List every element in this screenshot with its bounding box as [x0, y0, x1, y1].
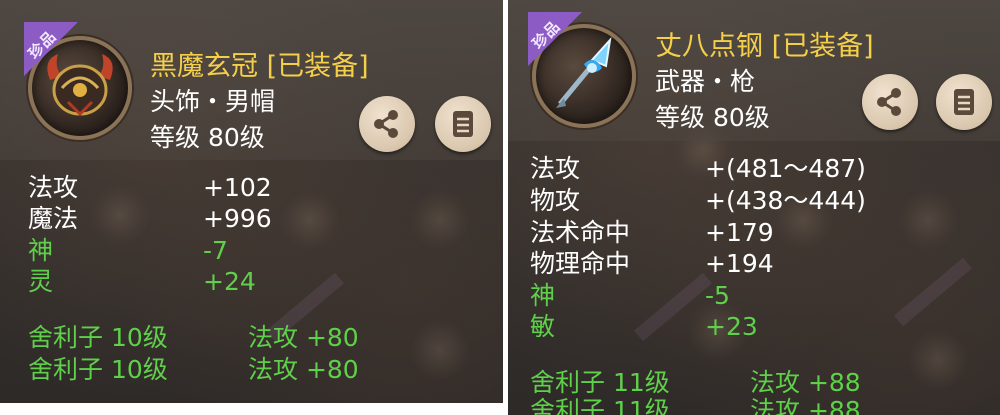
- item-type: 武器・枪: [655, 67, 756, 96]
- stat-value: +102: [203, 173, 272, 202]
- background-item-icon: [410, 190, 470, 250]
- stat-label: 魔法: [28, 204, 79, 233]
- item-name: 黑魔玄冠: [150, 51, 258, 82]
- item-level: 等级 80级: [150, 123, 265, 152]
- background-item-icon: [898, 190, 958, 250]
- stat-label: 法攻: [28, 173, 79, 202]
- item-name-line: 黑魔玄冠 [已装备]: [150, 44, 369, 83]
- stat-label: 物攻: [530, 186, 581, 215]
- bonus-stat-value: +23: [705, 312, 758, 341]
- background-item-icon: [410, 320, 470, 380]
- background-item-icon: [908, 330, 968, 390]
- stat-value: +179: [705, 218, 774, 247]
- gem-effect: 法攻 +80: [248, 323, 359, 352]
- gem-effect: 法攻 +88: [750, 368, 861, 397]
- stat-value: +194: [705, 249, 774, 278]
- equipped-tag: [已装备]: [266, 51, 369, 82]
- stat-value: +996: [203, 204, 272, 233]
- detail-button[interactable]: [936, 74, 992, 130]
- share-icon: [374, 110, 398, 138]
- bonus-stat-label: 神: [28, 236, 54, 265]
- detail-button[interactable]: [435, 96, 491, 152]
- stat-value: +(438～444): [705, 186, 866, 215]
- bonus-stat-label: 敏: [530, 312, 556, 341]
- gem-effect: 法攻 +88: [750, 396, 861, 415]
- item-name-line: 丈八点钢 [已装备]: [655, 24, 874, 63]
- document-icon: [453, 111, 473, 137]
- gem-name: 舍利子 11级: [530, 368, 670, 397]
- background-badge-stripe: [894, 257, 972, 327]
- share-icon: [877, 88, 901, 116]
- gem-name: 舍利子 11级: [530, 396, 670, 415]
- stat-label: 法术命中: [530, 218, 631, 247]
- rarity-badge: 珍品: [528, 12, 582, 66]
- bonus-stat-value: -5: [705, 281, 730, 310]
- share-button[interactable]: [862, 74, 918, 130]
- item-level: 等级 80级: [655, 103, 770, 132]
- equipped-tag: [已装备]: [771, 31, 874, 62]
- bonus-stat-label: 神: [530, 281, 556, 310]
- item-name: 丈八点钢: [655, 31, 763, 62]
- document-icon: [954, 89, 974, 115]
- stat-value: +(481～487): [705, 154, 866, 183]
- background-item-icon: [90, 185, 150, 245]
- stat-label: 物理命中: [530, 249, 631, 278]
- item-type: 头饰・男帽: [150, 87, 276, 116]
- gem-name: 舍利子 10级: [28, 323, 168, 352]
- background-item-icon: [280, 190, 340, 250]
- equipment-tooltip-right: 珍品 丈八点钢 [已装备] 武器・枪 等级 80级 法攻 +(481～487) …: [508, 0, 1000, 415]
- rarity-badge: 珍品: [24, 22, 78, 76]
- gem-name: 舍利子 10级: [28, 355, 168, 384]
- share-button[interactable]: [359, 96, 415, 152]
- equipment-tooltip-left: 珍品 黑魔玄冠 [已装备] 头饰・男帽 等级 80级 法攻 +102 魔法 +9…: [0, 0, 503, 403]
- bonus-stat-value: -7: [203, 236, 228, 265]
- gem-effect: 法攻 +80: [248, 355, 359, 384]
- bonus-stat-label: 灵: [28, 267, 54, 296]
- stat-label: 法攻: [530, 154, 581, 183]
- bonus-stat-value: +24: [203, 267, 256, 296]
